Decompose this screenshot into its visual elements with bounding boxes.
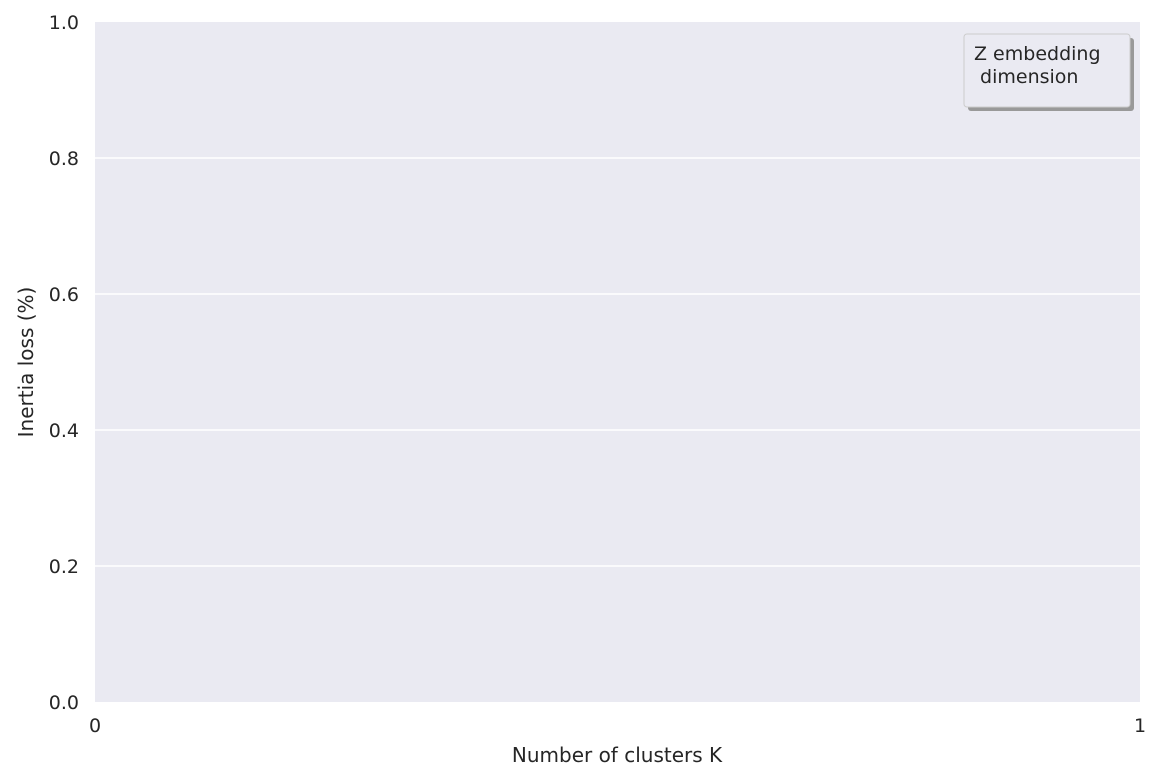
legend-title-line-2: dimension (974, 66, 1078, 88)
y-axis-ticks: 0.0 0.2 0.4 0.6 0.8 1.0 (49, 12, 79, 714)
y-tick-label: 1.0 (49, 12, 79, 34)
x-tick-label: 0 (89, 715, 101, 737)
x-axis-label: Number of clusters K (512, 743, 723, 767)
plot-area (95, 22, 1140, 702)
y-axis-label: Inertia loss (%) (14, 287, 38, 438)
legend: Z embedding dimension (963, 33, 1134, 111)
y-tick-label: 0.8 (49, 148, 79, 170)
y-tick-label: 0.2 (49, 556, 79, 578)
y-tick-label: 0.6 (49, 284, 79, 306)
x-tick-label: 1 (1134, 715, 1146, 737)
x-axis-ticks: 01 (89, 715, 1146, 737)
y-tick-label: 0.0 (49, 692, 79, 714)
legend-title-line-1: Z embedding (974, 43, 1101, 65)
chart: 0.00.20.40.60.81.0 01 Number of clusters… (14, 12, 1146, 767)
y-tick-label: 0.4 (49, 420, 79, 442)
